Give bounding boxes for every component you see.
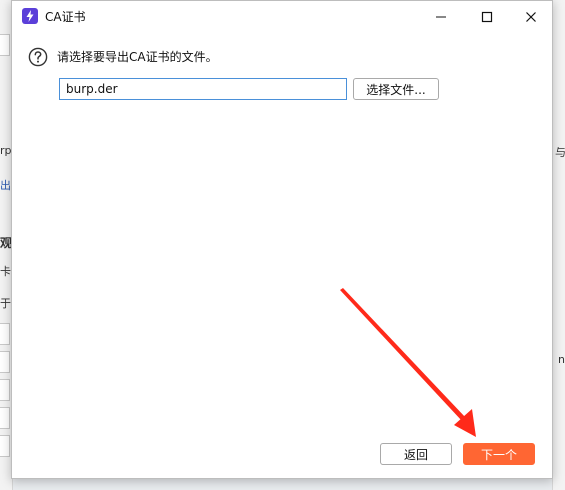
prompt-text: 请选择要导出CA证书的文件。 xyxy=(57,50,218,64)
background-field xyxy=(0,435,10,457)
question-icon xyxy=(28,47,48,67)
window-title: CA证书 xyxy=(45,10,86,24)
ca-certificate-dialog: CA证书 请选择要导出CA证书的文件。 选择文件... 返回 下一个 xyxy=(11,0,553,479)
maximize-button[interactable] xyxy=(465,1,509,32)
background-text: 与 xyxy=(555,146,565,159)
background-field xyxy=(0,34,10,56)
background-window-right xyxy=(552,0,565,490)
close-icon xyxy=(526,11,536,22)
choose-file-button[interactable]: 选择文件... xyxy=(353,78,439,100)
background-field xyxy=(0,323,10,345)
background-text: rp xyxy=(0,144,12,157)
minimize-button[interactable] xyxy=(419,1,463,32)
background-text: n xyxy=(558,353,565,366)
next-button[interactable]: 下一个 xyxy=(463,443,535,465)
background-field xyxy=(0,351,10,373)
minimize-icon xyxy=(436,16,446,17)
close-button[interactable] xyxy=(509,1,553,32)
background-field xyxy=(0,379,10,401)
back-button[interactable]: 返回 xyxy=(380,443,452,465)
file-path-input[interactable] xyxy=(59,78,347,100)
background-field xyxy=(0,407,10,429)
maximize-icon xyxy=(481,11,493,22)
background-text: 卡 xyxy=(0,265,11,278)
title-bar[interactable]: CA证书 xyxy=(12,1,552,32)
lightning-icon xyxy=(22,8,38,24)
